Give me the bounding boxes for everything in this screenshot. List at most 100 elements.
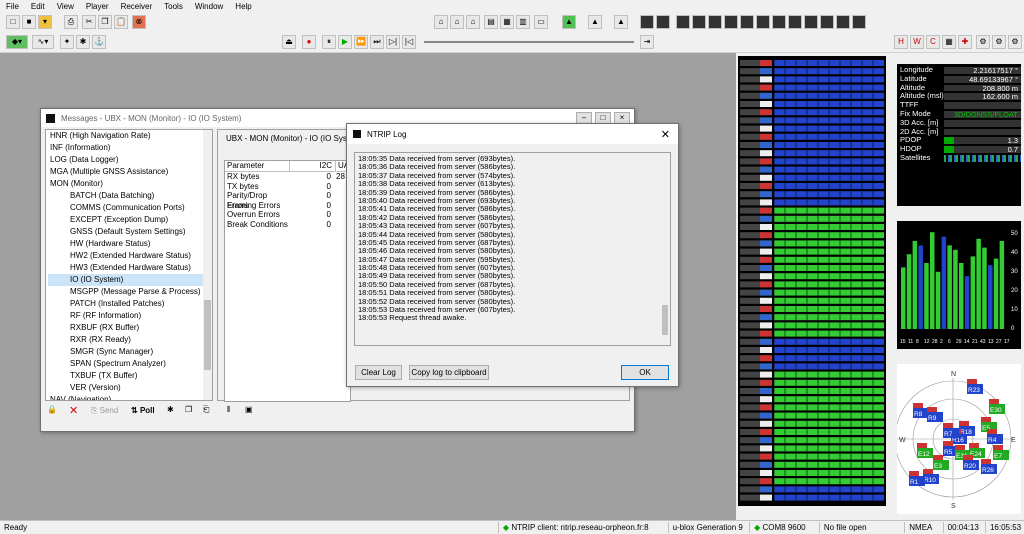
- tree-item[interactable]: SMGR (Sync Manager): [48, 346, 212, 358]
- copy-msg-icon[interactable]: ❐: [185, 405, 192, 414]
- connect-icon[interactable]: ◆▾: [6, 35, 28, 49]
- send-button[interactable]: ⎘ Send: [91, 406, 118, 416]
- panel6-icon[interactable]: [724, 15, 738, 29]
- save-icon[interactable]: ■: [22, 15, 36, 29]
- panel11-icon[interactable]: [804, 15, 818, 29]
- tree-item[interactable]: PATCH (Installed Patches): [48, 298, 212, 310]
- menu-tools[interactable]: Tools: [158, 2, 189, 11]
- slider-end-icon[interactable]: ⇥: [640, 35, 654, 49]
- tree-item[interactable]: MON (Monitor): [48, 178, 212, 190]
- baud-icon[interactable]: ∿▾: [32, 35, 54, 49]
- w-icon[interactable]: W: [910, 35, 924, 49]
- anchor-icon[interactable]: ⚓: [92, 35, 106, 49]
- step-forward-icon[interactable]: ⏭: [370, 35, 384, 49]
- delete-icon[interactable]: ✕: [69, 404, 78, 417]
- tree-item[interactable]: RXBUF (RX Buffer): [48, 322, 212, 334]
- panel3-icon[interactable]: [676, 15, 690, 29]
- lock-icon[interactable]: 🔒: [47, 405, 57, 414]
- playback-slider[interactable]: [424, 41, 634, 43]
- panel13-icon[interactable]: [836, 15, 850, 29]
- view-icon[interactable]: ▤: [484, 15, 498, 29]
- panel12-icon[interactable]: [820, 15, 834, 29]
- house2-icon[interactable]: ⌂: [450, 15, 464, 29]
- menu-receiver[interactable]: Receiver: [115, 2, 159, 11]
- chart-icon[interactable]: ▲: [562, 15, 576, 29]
- tree-item[interactable]: EXCEPT (Exception Dump): [48, 214, 212, 226]
- menu-help[interactable]: Help: [229, 2, 257, 11]
- eject-icon[interactable]: ⏏: [282, 35, 296, 49]
- tool-icon[interactable]: ✱: [167, 405, 174, 414]
- tree-item[interactable]: SPAN (Spectrum Analyzer): [48, 358, 212, 370]
- tree-item[interactable]: COMMS (Communication Ports): [48, 202, 212, 214]
- play-icon[interactable]: ▶: [338, 35, 352, 49]
- camera-icon[interactable]: ▣: [245, 405, 253, 414]
- menu-window[interactable]: Window: [189, 2, 229, 11]
- cut-icon[interactable]: ✂: [82, 15, 96, 29]
- menu-view[interactable]: View: [51, 2, 80, 11]
- panel9-icon[interactable]: [772, 15, 786, 29]
- tree-item[interactable]: RXR (RX Ready): [48, 334, 212, 346]
- tree-item[interactable]: MSGPP (Message Parse & Process): [48, 286, 212, 298]
- print-icon[interactable]: ⎙: [64, 15, 78, 29]
- open-folder-icon[interactable]: ▾: [38, 15, 52, 29]
- view3-icon[interactable]: ▥: [516, 15, 530, 29]
- tree-item[interactable]: VER (Version): [48, 382, 212, 394]
- magic-wand-icon[interactable]: ✦: [60, 35, 74, 49]
- view2-icon[interactable]: ▦: [500, 15, 514, 29]
- paste-icon[interactable]: 📋: [114, 15, 128, 29]
- cross-icon[interactable]: ✚: [958, 35, 972, 49]
- panel7-icon[interactable]: [740, 15, 754, 29]
- log-scrollbar[interactable]: [660, 153, 670, 345]
- step-icon[interactable]: ▷|: [386, 35, 400, 49]
- grid-icon[interactable]: ▦: [942, 35, 956, 49]
- fast-forward-icon[interactable]: ⏩: [354, 35, 368, 49]
- clear-log-button[interactable]: Clear Log: [355, 365, 402, 380]
- columns-icon[interactable]: ⦀: [227, 405, 231, 415]
- panel8-icon[interactable]: [756, 15, 770, 29]
- tree-item[interactable]: HW2 (Extended Hardware Status): [48, 250, 212, 262]
- menu-edit[interactable]: Edit: [25, 2, 51, 11]
- panel4-icon[interactable]: [692, 15, 706, 29]
- header-i2c[interactable]: I2C: [289, 161, 335, 171]
- close-icon[interactable]: ✕: [661, 128, 670, 141]
- tree-item[interactable]: INF (Information): [48, 142, 212, 154]
- tree-item[interactable]: IO (IO System): [48, 274, 212, 286]
- c-icon[interactable]: C: [926, 35, 940, 49]
- panel10-icon[interactable]: [788, 15, 802, 29]
- menu-player[interactable]: Player: [80, 2, 115, 11]
- step-back-icon[interactable]: |◁: [402, 35, 416, 49]
- poll-button[interactable]: ⇅ Poll: [131, 406, 155, 415]
- tree-item[interactable]: NAV (Navigation): [48, 394, 212, 400]
- tree-item[interactable]: HW3 (Extended Hardware Status): [48, 262, 212, 274]
- bug-icon[interactable]: ✱: [76, 35, 90, 49]
- h-icon[interactable]: H: [894, 35, 908, 49]
- gear-icon[interactable]: ⚙: [976, 35, 990, 49]
- panel-icon[interactable]: [640, 15, 654, 29]
- link-icon[interactable]: ⊗: [132, 15, 146, 29]
- export-icon[interactable]: ⎗: [203, 405, 209, 415]
- copy-log-button[interactable]: Copy log to clipboard: [409, 365, 489, 380]
- header-parameter[interactable]: Parameter: [225, 161, 289, 171]
- house3-icon[interactable]: ⌂: [466, 15, 480, 29]
- panel2-icon[interactable]: [656, 15, 670, 29]
- window-icon[interactable]: ▭: [534, 15, 548, 29]
- tree-item[interactable]: MGA (Multiple GNSS Assistance): [48, 166, 212, 178]
- chart3-icon[interactable]: ▲: [614, 15, 628, 29]
- copy-icon[interactable]: ❐: [98, 15, 112, 29]
- tree-scrollbar[interactable]: [203, 130, 212, 400]
- gear3-icon[interactable]: ⚙: [1008, 35, 1022, 49]
- new-file-icon[interactable]: □: [6, 15, 20, 29]
- pause-icon[interactable]: ⏸: [322, 35, 336, 49]
- tree-item[interactable]: BATCH (Data Batching): [48, 190, 212, 202]
- tree-item[interactable]: TXBUF (TX Buffer): [48, 370, 212, 382]
- house-icon[interactable]: ⌂: [434, 15, 448, 29]
- tree-item[interactable]: HW (Hardware Status): [48, 238, 212, 250]
- tree-item[interactable]: LOG (Data Logger): [48, 154, 212, 166]
- menu-file[interactable]: File: [0, 2, 25, 11]
- panel5-icon[interactable]: [708, 15, 722, 29]
- record-icon[interactable]: ●: [302, 35, 316, 49]
- gear2-icon[interactable]: ⚙: [992, 35, 1006, 49]
- tree-item[interactable]: GNSS (Default System Settings): [48, 226, 212, 238]
- chart2-icon[interactable]: ▲: [588, 15, 602, 29]
- panel14-icon[interactable]: [852, 15, 866, 29]
